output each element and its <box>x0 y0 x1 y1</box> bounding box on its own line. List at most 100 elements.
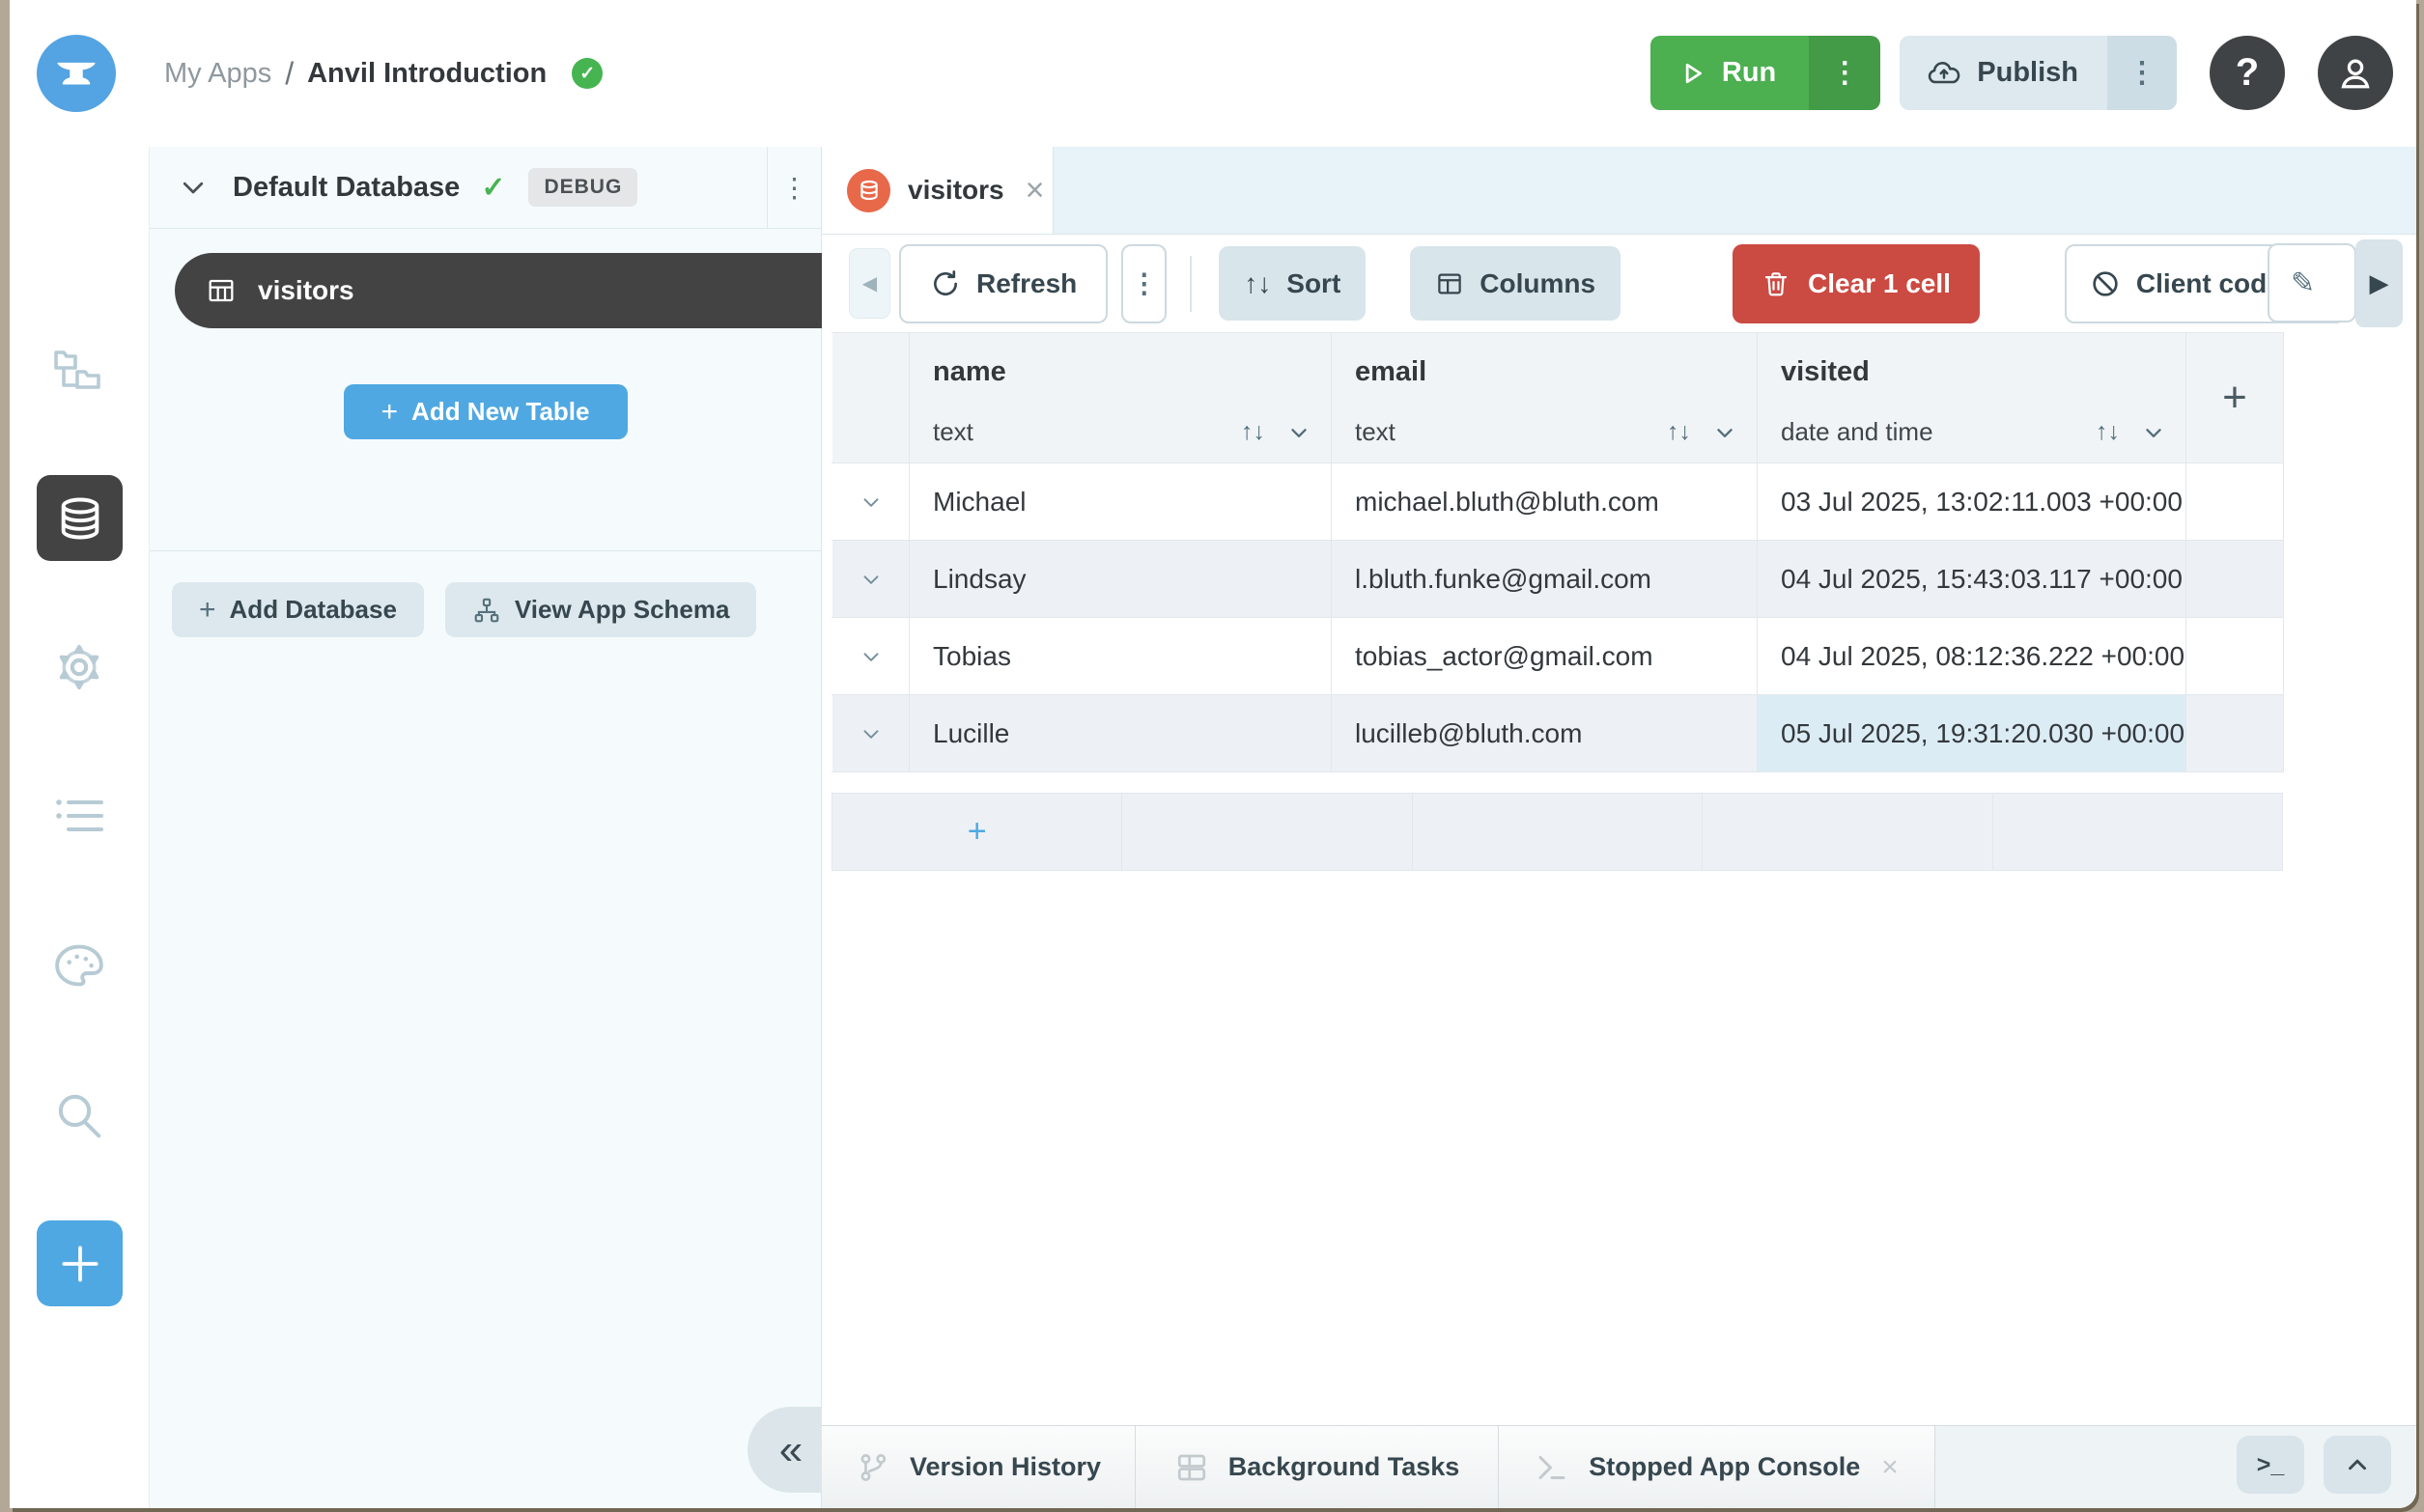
pencil-icon: ✎ <box>2291 266 2315 300</box>
columns-button[interactable]: Columns <box>1410 246 1621 321</box>
cell-email[interactable]: michael.bluth@bluth.com <box>1332 463 1758 541</box>
table-grid-icon <box>206 275 237 306</box>
background-tasks-label: Background Tasks <box>1228 1452 1460 1482</box>
refresh-icon <box>930 268 961 299</box>
plus-icon: + <box>381 396 399 429</box>
cell-empty <box>1122 794 1412 871</box>
publish-options-button[interactable]: ⋮ <box>2107 36 2177 110</box>
top-header: My Apps / Anvil Introduction ✓ Run ⋮ <box>10 0 2416 147</box>
scroll-right-button[interactable]: ▶ <box>2355 239 2403 327</box>
column-header-email[interactable]: email text ↑↓ <box>1332 333 1758 463</box>
add-new-table-button[interactable]: + Add New Table <box>344 384 628 439</box>
cell-visited[interactable]: 04 Jul 2025, 08:12:36.222 +00:00 <box>1758 618 2186 695</box>
app-console-label: Stopped App Console <box>1589 1452 1860 1482</box>
cell-visited[interactable]: 03 Jul 2025, 13:02:11.003 +00:00 <box>1758 463 2186 541</box>
sort-arrows-icon[interactable]: ↑↓ <box>1667 418 1691 446</box>
app-console-tab[interactable]: Stopped App Console × <box>1499 1426 1935 1508</box>
row-expander[interactable] <box>832 541 910 618</box>
settings-gear-icon[interactable] <box>53 641 105 693</box>
column-title: visited <box>1781 356 2166 388</box>
column-header-visited[interactable]: visited date and time ↑↓ <box>1758 333 2186 463</box>
scroll-left-button[interactable]: ◀ <box>849 248 890 319</box>
add-column-button[interactable]: + <box>2186 333 2284 463</box>
background-tasks-tab[interactable]: Background Tasks <box>1136 1426 1499 1508</box>
version-history-tab[interactable]: Version History <box>822 1426 1136 1508</box>
chevron-down-icon[interactable] <box>179 173 208 202</box>
cell-empty <box>2186 695 2284 772</box>
sort-arrows-icon[interactable]: ↑↓ <box>2096 418 2120 446</box>
edit-button[interactable]: ✎ <box>2268 243 2356 322</box>
tab-label: visitors <box>908 175 1004 206</box>
row-expander[interactable] <box>832 463 910 541</box>
version-history-label: Version History <box>910 1452 1101 1482</box>
table-row: Lucille lucilleb@bluth.com 05 Jul 2025, … <box>832 695 2284 772</box>
table-options-button[interactable]: ⋮ <box>1121 244 1167 323</box>
saved-check-icon: ✓ <box>572 58 603 89</box>
column-type: text <box>1355 417 1667 447</box>
view-app-schema-button[interactable]: View App Schema <box>445 582 757 637</box>
cell-visited[interactable]: 04 Jul 2025, 15:43:03.117 +00:00 <box>1758 541 2186 618</box>
sort-button[interactable]: ↑↓ Sort <box>1219 246 1366 321</box>
publish-button[interactable]: Publish <box>1900 36 2107 110</box>
account-button[interactable] <box>2318 36 2393 110</box>
run-options-button[interactable]: ⋮ <box>1809 36 1880 110</box>
add-row-button[interactable]: + <box>832 794 1122 871</box>
table-row: Lindsay l.bluth.funke@gmail.com 04 Jul 2… <box>832 541 2284 618</box>
question-icon: ? <box>2236 51 2259 95</box>
back-triangle-icon: ◀ <box>862 271 877 295</box>
cell-visited-selected[interactable]: 05 Jul 2025, 19:31:20.030 +00:00 <box>1758 695 2186 772</box>
bottom-tool-bar: Version History Background Tasks <box>822 1425 2416 1508</box>
cell-empty <box>1992 794 2282 871</box>
user-avatar-icon <box>2334 52 2377 95</box>
table-item-visitors[interactable]: visitors <box>175 253 822 328</box>
editor-tab-bar: visitors × <box>822 147 2416 235</box>
row-expander[interactable] <box>832 695 910 772</box>
schema-icon <box>472 596 501 625</box>
chevron-down-icon[interactable] <box>1712 420 1737 445</box>
open-console-button[interactable]: >_ <box>2237 1436 2304 1494</box>
cell-email[interactable]: l.bluth.funke@gmail.com <box>1332 541 1758 618</box>
search-icon[interactable] <box>53 1089 105 1141</box>
add-plus-icon[interactable] <box>37 1220 123 1306</box>
play-icon <box>1679 60 1706 87</box>
run-split-button: Run ⋮ <box>1650 36 1880 110</box>
columns-icon <box>1435 269 1464 298</box>
cell-name[interactable]: Lindsay <box>910 541 1332 618</box>
cell-email[interactable]: tobias_actor@gmail.com <box>1332 618 1758 695</box>
list-icon[interactable] <box>53 795 105 837</box>
collapse-panel-button[interactable]: « <box>747 1407 821 1493</box>
expand-panel-button[interactable] <box>2324 1436 2391 1494</box>
app-browser-icon[interactable] <box>52 349 106 393</box>
cell-name[interactable]: Lucille <box>910 695 1332 772</box>
database-icon[interactable] <box>37 475 123 561</box>
cell-name[interactable]: Michael <box>910 463 1332 541</box>
add-database-button[interactable]: + Add Database <box>172 582 424 637</box>
visitors-table: name text ↑↓ email <box>831 332 2284 772</box>
row-expander[interactable] <box>832 618 910 695</box>
expander-header <box>832 333 910 463</box>
column-header-name[interactable]: name text ↑↓ <box>910 333 1332 463</box>
client-code-label: Client code <box>2136 268 2282 299</box>
console-close-icon[interactable]: × <box>1881 1451 1899 1484</box>
table-item-label: visitors <box>258 275 354 306</box>
breadcrumb-section[interactable]: My Apps <box>164 58 271 90</box>
chevron-down-icon[interactable] <box>2141 420 2166 445</box>
anvil-logo-icon[interactable] <box>37 35 116 112</box>
publish-split-button: Publish ⋮ <box>1900 36 2177 110</box>
refresh-label: Refresh <box>976 268 1077 299</box>
app-title[interactable]: Anvil Introduction <box>307 58 547 90</box>
help-button[interactable]: ? <box>2210 36 2285 110</box>
tab-visitors[interactable]: visitors × <box>822 147 1054 234</box>
sort-arrows-icon[interactable]: ↑↓ <box>1241 418 1265 446</box>
plus-icon: + <box>2222 374 2247 421</box>
tab-close-icon[interactable]: × <box>1026 172 1045 210</box>
cell-name[interactable]: Tobias <box>910 618 1332 695</box>
chevron-down-icon[interactable] <box>1286 420 1311 445</box>
git-branch-icon <box>856 1450 890 1485</box>
database-menu-button[interactable]: ⋮ <box>767 147 821 229</box>
run-button[interactable]: Run <box>1650 36 1809 110</box>
cell-email[interactable]: lucilleb@bluth.com <box>1332 695 1758 772</box>
refresh-button[interactable]: Refresh <box>899 244 1108 323</box>
clear-cell-button[interactable]: Clear 1 cell <box>1733 244 1980 323</box>
theme-palette-icon[interactable] <box>52 942 106 989</box>
